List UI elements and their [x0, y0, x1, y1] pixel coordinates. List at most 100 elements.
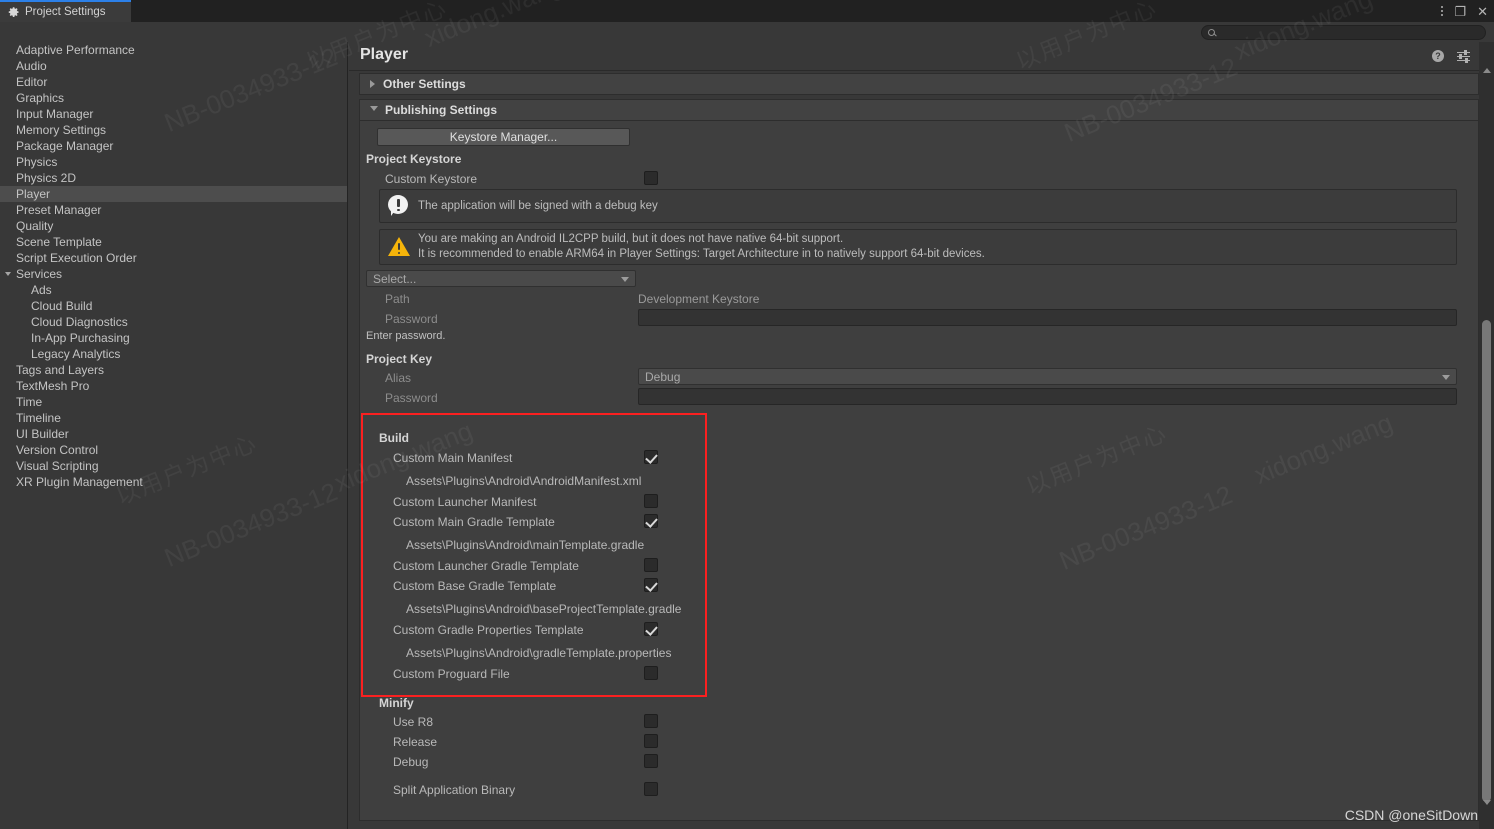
foldout-publishing-settings[interactable]: Publishing Settings	[359, 99, 1479, 121]
publishing-settings-body: Keystore Manager... Project Keystore Cus…	[359, 121, 1479, 821]
search-input[interactable]	[1220, 26, 1470, 39]
keystore-select-value: Select...	[373, 271, 417, 286]
sidebar-item-timeline[interactable]: Timeline	[0, 410, 347, 426]
sidebar-item-physics[interactable]: Physics	[0, 154, 347, 170]
sidebar-item-input-manager[interactable]: Input Manager	[0, 106, 347, 122]
build-row-checkbox[interactable]	[644, 578, 658, 592]
tab-project-settings[interactable]: Project Settings	[0, 0, 131, 22]
sidebar-item-adaptive-performance[interactable]: Adaptive Performance	[0, 42, 347, 58]
build-row-label: Custom Launcher Manifest	[393, 495, 537, 509]
minify-row-checkbox[interactable]	[644, 754, 658, 768]
split-application-binary-checkbox[interactable]	[644, 782, 658, 796]
build-row-label: Custom Gradle Properties Template	[393, 623, 584, 637]
keystore-password-field[interactable]	[638, 309, 1457, 326]
sidebar-item-graphics[interactable]: Graphics	[0, 90, 347, 106]
sidebar-item-label: Time	[16, 395, 43, 409]
custom-keystore-checkbox[interactable]	[644, 171, 658, 185]
chevron-down-icon	[1442, 374, 1450, 380]
sidebar-item-preset-manager[interactable]: Preset Manager	[0, 202, 347, 218]
sidebar-item-label: Visual Scripting	[16, 459, 99, 473]
sidebar-item-scene-template[interactable]: Scene Template	[0, 234, 347, 250]
custom-keystore-label: Custom Keystore	[385, 172, 478, 186]
sidebar-item-memory-settings[interactable]: Memory Settings	[0, 122, 347, 138]
keystore-password-label: Password	[385, 312, 438, 326]
minify-row-checkbox[interactable]	[644, 714, 658, 728]
help-icon[interactable]: ?	[1432, 50, 1444, 62]
settings-content: Other Settings Publishing Settings Keyst…	[359, 73, 1479, 825]
vertical-scrollbar[interactable]	[1479, 42, 1494, 829]
sidebar-item-label: Cloud Diagnostics	[31, 315, 128, 329]
sidebar-item-textmesh-pro[interactable]: TextMesh Pro	[0, 378, 347, 394]
minify-section-label: Minify	[379, 696, 414, 710]
warning-line-1: You are making an Android IL2CPP build, …	[418, 233, 844, 245]
keystore-path-value: Development Keystore	[638, 292, 760, 306]
warning-icon	[388, 236, 412, 258]
build-row-label: Custom Main Gradle Template	[393, 515, 555, 529]
keystore-select-dropdown[interactable]: Select...	[366, 270, 636, 287]
scroll-up-arrow-icon[interactable]	[1483, 68, 1491, 73]
sidebar-item-version-control[interactable]: Version Control	[0, 442, 347, 458]
build-row-checkbox[interactable]	[644, 666, 658, 680]
sidebar-item-label: Legacy Analytics	[31, 347, 121, 361]
tab-label: Project Settings	[25, 6, 106, 18]
sidebar-item-label: Graphics	[16, 91, 65, 105]
sidebar-item-editor[interactable]: Editor	[0, 74, 347, 90]
sidebar-item-cloud-build[interactable]: Cloud Build	[0, 298, 347, 314]
search-box[interactable]	[1201, 25, 1486, 40]
sidebar-item-label: TextMesh Pro	[16, 379, 90, 393]
minify-row-checkbox[interactable]	[644, 734, 658, 748]
maximize-icon[interactable]: ❐	[1454, 5, 1466, 18]
sidebar-item-label: Player	[16, 187, 51, 201]
project-key-password-field[interactable]	[638, 388, 1457, 405]
sidebar-item-quality[interactable]: Quality	[0, 218, 347, 234]
page-title: Player	[360, 46, 409, 63]
window-controls: ❐ ✕	[1441, 0, 1488, 22]
settings-sidebar[interactable]: Adaptive Performance Audio Editor Graphics I…	[0, 42, 348, 829]
sidebar-item-visual-scripting[interactable]: Visual Scripting	[0, 458, 347, 474]
sidebar-item-label: Physics	[16, 155, 58, 169]
minify-row-label: Release	[393, 735, 438, 749]
sidebar-item-audio[interactable]: Audio	[0, 58, 347, 74]
sidebar-item-services[interactable]: Services	[0, 266, 347, 282]
window-menu-icon[interactable]	[1441, 6, 1444, 16]
foldout-other-settings-label: Other Settings	[383, 77, 466, 91]
build-row-checkbox[interactable]	[644, 494, 658, 508]
sidebar-item-in-app-purchasing[interactable]: In-App Purchasing	[0, 330, 347, 346]
build-row-checkbox[interactable]	[644, 558, 658, 572]
scroll-down-arrow-icon[interactable]	[1483, 800, 1491, 805]
build-row-checkbox[interactable]	[644, 622, 658, 636]
sidebar-item-label: Input Manager	[16, 107, 94, 121]
sidebar-item-package-manager[interactable]: Package Manager	[0, 138, 347, 154]
password-hint: Enter password.	[366, 330, 446, 342]
il2cpp-warning-message: You are making an Android IL2CPP build, …	[379, 229, 1457, 265]
sidebar-item-time[interactable]: Time	[0, 394, 347, 410]
split-application-binary-label: Split Application Binary	[393, 783, 516, 797]
sidebar-item-script-execution-order[interactable]: Script Execution Order	[0, 250, 347, 266]
sidebar-item-ads[interactable]: Ads	[0, 282, 347, 298]
sidebar-item-label: Memory Settings	[16, 123, 107, 137]
sidebar-item-label: Physics 2D	[16, 171, 77, 185]
project-key-alias-dropdown[interactable]: Debug	[638, 368, 1457, 385]
sidebar-item-physics-2d[interactable]: Physics 2D	[0, 170, 347, 186]
sidebar-item-xr-plugin-management[interactable]: XR Plugin Management	[0, 474, 347, 490]
scrollbar-thumb[interactable]	[1482, 320, 1491, 802]
close-icon[interactable]: ✕	[1477, 5, 1488, 18]
sidebar-item-label: UI Builder	[16, 427, 69, 441]
sidebar-item-tags-and-layers[interactable]: Tags and Layers	[0, 362, 347, 378]
sidebar-item-label: XR Plugin Management	[16, 475, 143, 489]
sidebar-item-cloud-diagnostics[interactable]: Cloud Diagnostics	[0, 314, 347, 330]
foldout-other-settings[interactable]: Other Settings	[359, 73, 1479, 95]
build-row-label: Custom Launcher Gradle Template	[393, 559, 579, 573]
sidebar-item-legacy-analytics[interactable]: Legacy Analytics	[0, 346, 347, 362]
sidebar-item-player[interactable]: Player	[0, 186, 347, 202]
sidebar-item-label: Package Manager	[16, 139, 114, 153]
keystore-manager-button[interactable]: Keystore Manager...	[377, 128, 630, 146]
sidebar-item-label: Editor	[16, 75, 48, 89]
preset-icon[interactable]	[1457, 50, 1470, 63]
chevron-right-icon	[370, 80, 375, 88]
project-key-alias-value: Debug	[645, 369, 681, 384]
chevron-down-icon[interactable]	[5, 272, 11, 279]
build-row-checkbox[interactable]	[644, 450, 658, 464]
sidebar-item-ui-builder[interactable]: UI Builder	[0, 426, 347, 442]
build-row-checkbox[interactable]	[644, 514, 658, 528]
